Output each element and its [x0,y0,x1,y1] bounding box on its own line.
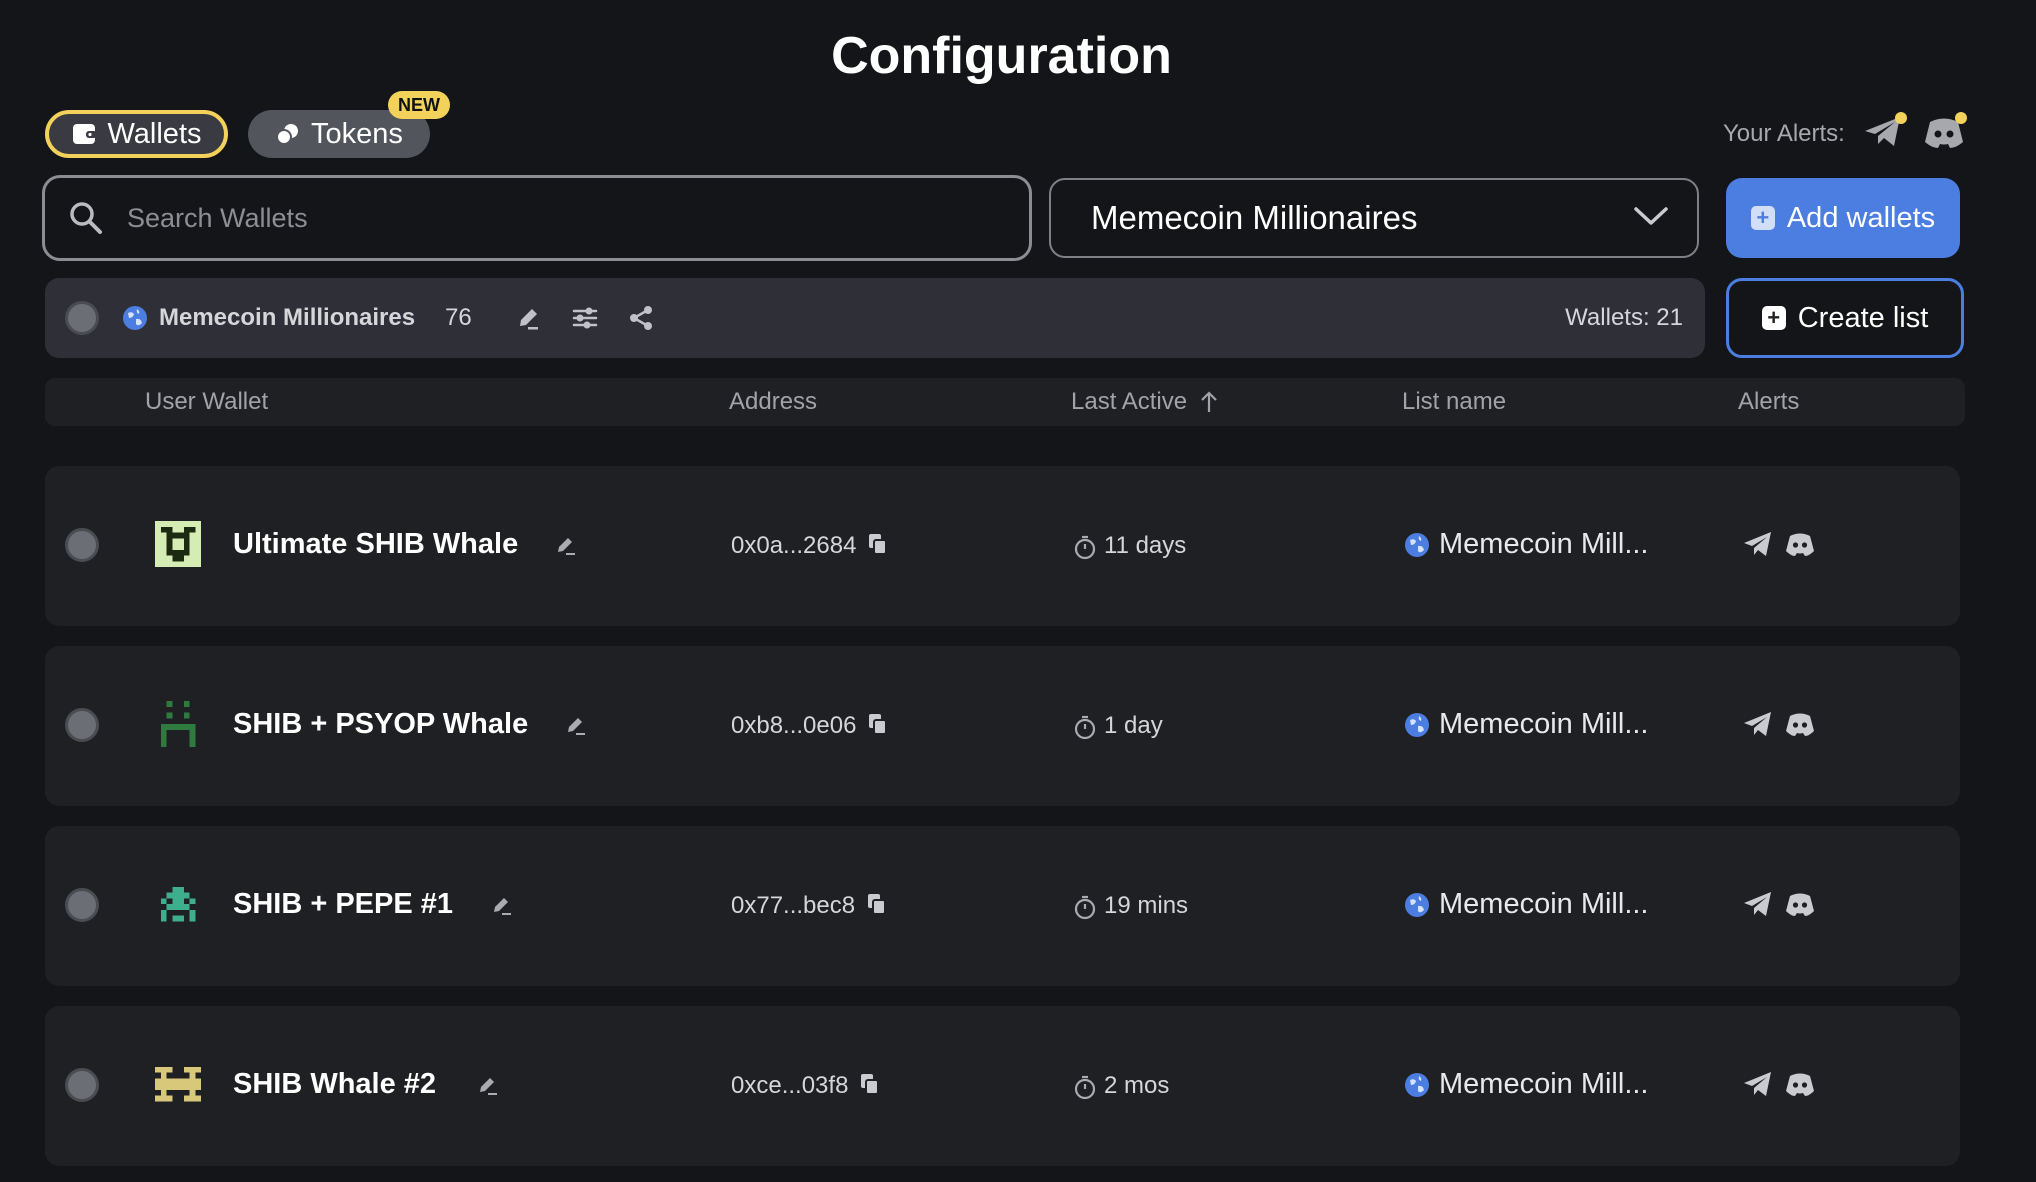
telegram-icon[interactable] [1742,530,1774,558]
sort-arrow-up-icon[interactable] [1199,390,1219,414]
wallet-address: 0xce...03f8 [731,1072,849,1099]
discord-icon[interactable] [1784,1070,1816,1098]
alerts-label: Your Alerts: [1723,120,1845,147]
row-select-radio[interactable] [65,708,99,742]
search-input[interactable] [127,202,1007,234]
edit-pen-icon[interactable] [553,532,579,558]
edit-pen-icon[interactable] [489,892,515,918]
select-all-radio[interactable] [65,301,99,335]
table-row[interactable]: SHIB Whale #2 0xce...03f8 2 mos Memecoin… [45,1006,1960,1166]
page-title: Configuration [831,27,1172,85]
discord-icon[interactable] [1784,530,1816,558]
header-alerts: Alerts [1738,388,1800,415]
telegram-icon[interactable] [1742,890,1774,918]
wallet-name: Ultimate SHIB Whale [233,528,519,560]
last-active: 19 mins [1104,892,1189,919]
tab-wallets-label: Wallets [107,117,202,150]
timer-icon [1074,535,1096,560]
add-wallets-label: Add wallets [1786,201,1936,234]
wallet-avatar [155,881,201,927]
chevron-down-icon [1634,207,1668,225]
copy-icon[interactable] [866,892,888,916]
discord-icon[interactable] [1784,710,1816,738]
wallet-address: 0x0a...2684 [731,532,857,559]
row-select-radio[interactable] [65,528,99,562]
globe-icon [1405,713,1429,737]
last-active: 11 days [1104,532,1187,559]
list-name: Memecoin Mill... [1439,1068,1649,1100]
telegram-icon[interactable] [1742,1070,1774,1098]
row-select-radio[interactable] [65,1068,99,1102]
copy-icon[interactable] [859,1072,881,1096]
list-bar: Memecoin Millionaires 76 Wallets: 21 [45,278,1705,358]
copy-icon[interactable] [867,532,889,556]
tab-wallets[interactable]: Wallets [45,110,228,158]
globe-icon [1405,893,1429,917]
header-user-wallet[interactable]: User Wallet [145,388,268,416]
list-name: Memecoin Mill... [1439,528,1649,560]
table-row[interactable]: SHIB + PSYOP Whale 0xb8...0e06 1 day Mem… [45,646,1960,806]
telegram-icon[interactable] [1742,710,1774,738]
discord-icon[interactable] [1784,890,1816,918]
share-icon[interactable] [625,302,657,334]
last-active: 1 day [1104,712,1163,739]
edit-pen-icon[interactable] [512,302,544,334]
list-bar-count: 76 [445,304,472,331]
telegram-alert-dot [1895,112,1907,124]
wallet-address: 0x77...bec8 [731,892,856,919]
new-badge: NEW [388,91,450,119]
coins-icon [276,124,299,145]
add-wallets-button[interactable]: + Add wallets [1726,178,1960,258]
plus-icon: + [1761,306,1786,330]
wallet-name: SHIB + PSYOP Whale [233,708,529,740]
last-active: 2 mos [1104,1072,1170,1099]
create-list-button[interactable]: + Create list [1726,278,1964,358]
table-row[interactable]: SHIB + PEPE #1 0x77...bec8 19 mins Memec… [45,826,1960,986]
header-list-name[interactable]: List name [1402,388,1506,416]
wallet-avatar [155,1061,201,1107]
globe-icon [1405,533,1429,557]
header-address[interactable]: Address [729,388,817,416]
list-bar-wallet-count: Wallets: 21 [1565,304,1683,331]
globe-icon [1405,1073,1429,1097]
table-header: User Wallet Address Last Active List nam… [45,378,1965,426]
filter-sliders-icon[interactable] [569,302,601,334]
list-select-value: Memecoin Millionaires [1091,199,1418,236]
list-name: Memecoin Mill... [1439,888,1649,920]
timer-icon [1074,715,1096,740]
table-row[interactable]: Ultimate SHIB Whale 0x0a...2684 11 days … [45,466,1960,626]
timer-icon [1074,1075,1096,1100]
timer-icon [1074,895,1096,920]
list-select[interactable]: Memecoin Millionaires [1049,178,1699,258]
header-last-active[interactable]: Last Active [1071,388,1187,416]
wallet-name: SHIB Whale #2 [233,1068,437,1100]
list-bar-name: Memecoin Millionaires [159,304,416,331]
wallet-avatar [155,701,201,747]
globe-icon [123,306,147,330]
wallet-address: 0xb8...0e06 [731,712,857,739]
wallet-name: SHIB + PEPE #1 [233,888,454,920]
search-icon [70,202,102,234]
list-name: Memecoin Mill... [1439,708,1649,740]
tab-tokens-label: Tokens [311,117,403,150]
copy-icon[interactable] [867,712,889,736]
plus-icon: + [1750,206,1775,230]
discord-alert-dot [1955,112,1967,124]
create-list-label: Create list [1797,301,1929,334]
edit-pen-icon[interactable] [563,712,589,738]
search-box[interactable] [42,175,1032,261]
edit-pen-icon[interactable] [475,1072,501,1098]
wallet-icon [72,124,97,144]
wallet-avatar [155,521,201,567]
row-select-radio[interactable] [65,888,99,922]
